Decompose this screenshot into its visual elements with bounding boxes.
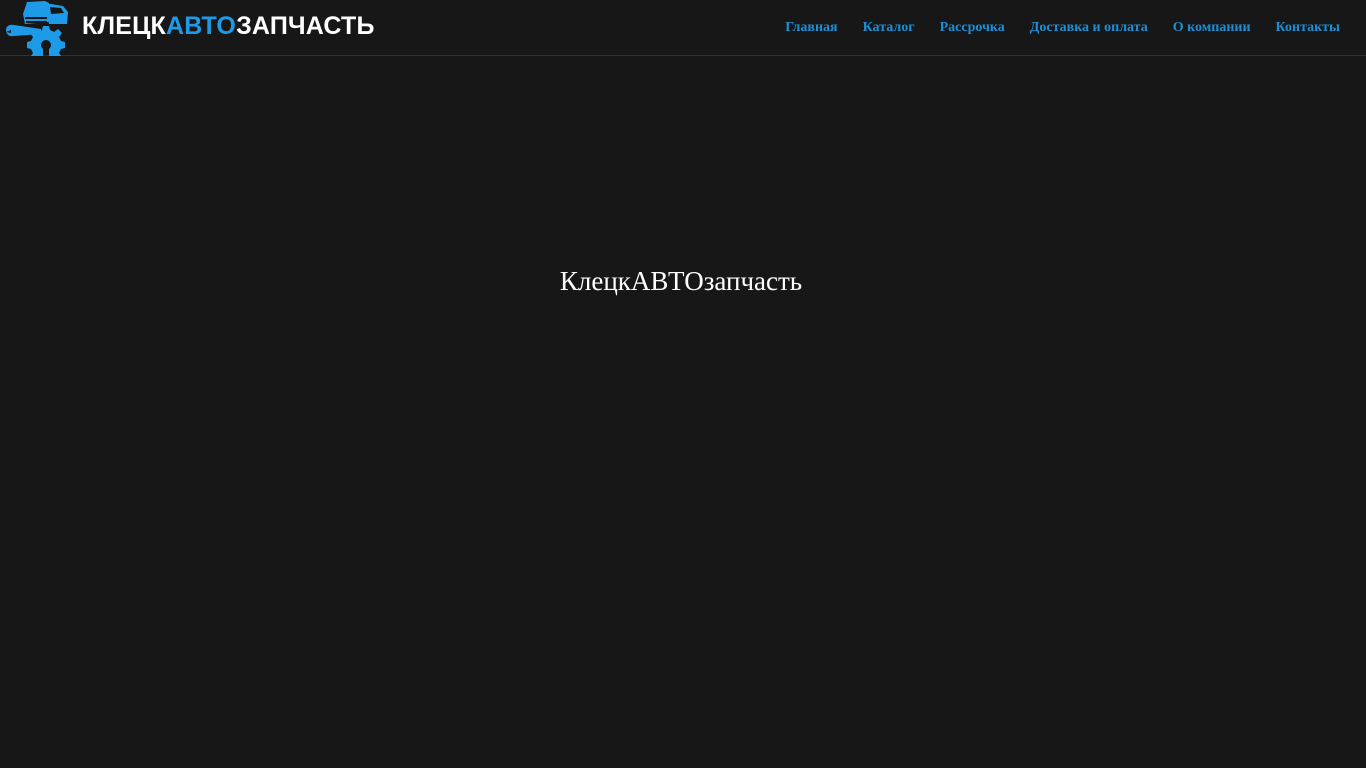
nav-link-catalog[interactable]: Каталог	[863, 20, 915, 36]
logo-text-part-1: КЛЕЦК	[82, 12, 166, 40]
main-nav: Главная Каталог Рассрочка Доставка и опл…	[785, 0, 1340, 56]
truck-gear-wrench-icon	[6, 1, 68, 56]
nav-link-home[interactable]: Главная	[785, 20, 837, 36]
nav-link-delivery-payment[interactable]: Доставка и оплата	[1030, 20, 1148, 36]
logo-text-part-3: ЗАПЧАСТЬ	[236, 12, 375, 40]
nav-link-installments[interactable]: Рассрочка	[940, 20, 1005, 36]
nav-link-contacts[interactable]: Контакты	[1276, 20, 1340, 36]
page-title: КлецкАВТОзапчасть	[559, 266, 803, 296]
logo-text-part-2: АВТО	[166, 12, 237, 40]
logo-wordmark: КЛЕЦКАВТОЗАПЧАСТЬ	[82, 11, 375, 41]
site-header: КЛЕЦКАВТОЗАПЧАСТЬ Главная Каталог Рассро…	[0, 0, 1366, 56]
nav-link-about[interactable]: О компании	[1173, 20, 1251, 36]
